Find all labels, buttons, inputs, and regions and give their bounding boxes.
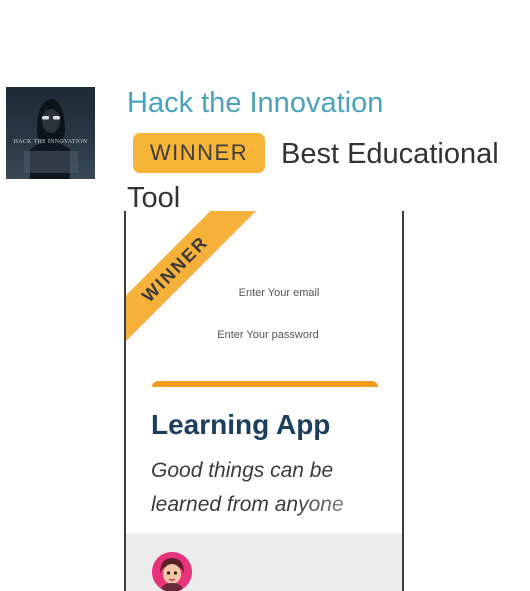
hackathon-thumbnail[interactable]: HACK THE INNOVATION bbox=[6, 87, 95, 179]
winner-badge: WINNER bbox=[133, 133, 265, 173]
accent-bar bbox=[152, 381, 378, 387]
hackathon-link[interactable]: Hack the Innovation bbox=[127, 87, 383, 120]
page: HACK THE INNOVATION Hack the Innovation … bbox=[0, 0, 530, 591]
project-screenshot[interactable]: WINNER Enter Your email Enter Your passw… bbox=[124, 211, 404, 591]
thumbnail-text: HACK THE INNOVATION bbox=[13, 139, 88, 145]
text-fade-overlay bbox=[126, 481, 402, 531]
app-title: Learning App bbox=[151, 409, 331, 440]
password-field: Enter Your password bbox=[217, 329, 319, 341]
hacker-avatar-icon bbox=[24, 99, 78, 179]
email-field: Enter Your email bbox=[238, 287, 320, 299]
user-avatar-icon bbox=[152, 552, 192, 591]
